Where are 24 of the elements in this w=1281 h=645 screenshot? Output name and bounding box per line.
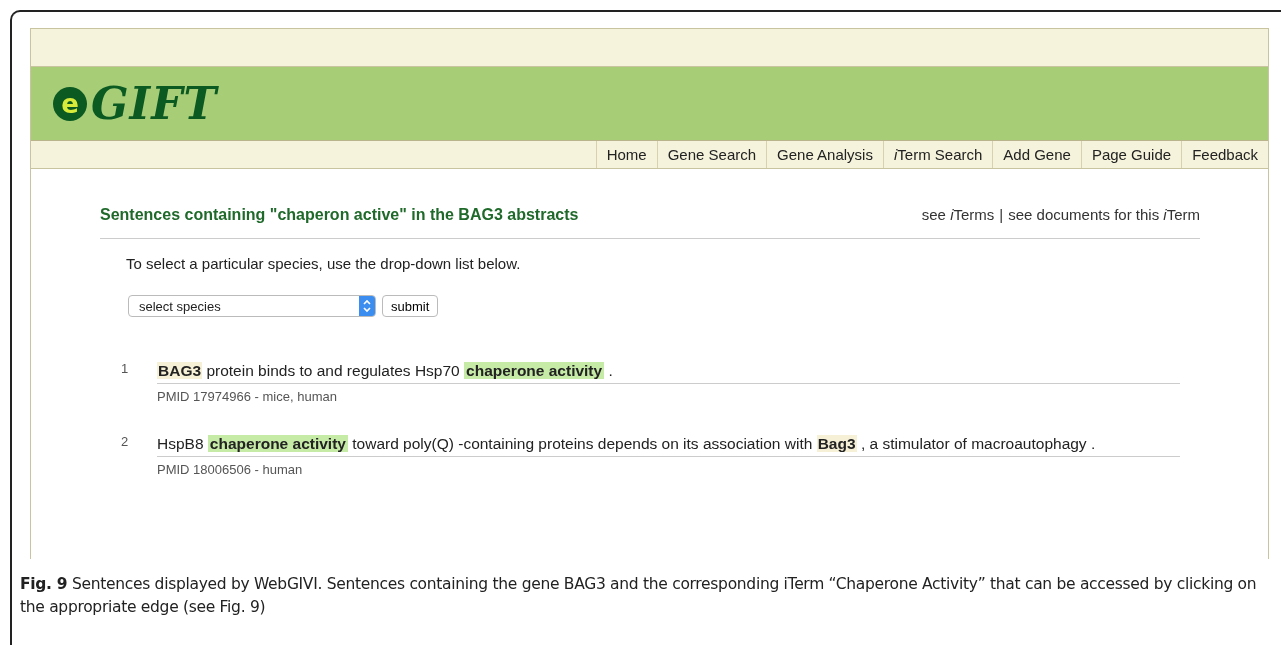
source-text: PMID 17974966 - mice, human bbox=[157, 389, 338, 404]
page-heading: Sentences containing "chaperon active" in the BAG3 abstracts bbox=[100, 206, 579, 224]
link[interactable]: see iTerms bbox=[921, 206, 995, 223]
source-text: PMID 18006506 - human bbox=[157, 462, 304, 477]
sentence-text: HspB8 chaperone activity toward poly(Q) -containing proteins depends on its association with Bag3 , a stimulator of macroautophagy . bbox=[157, 432, 1180, 457]
nav-link[interactable]: Add Gene bbox=[992, 141, 1081, 168]
nav-link[interactable]: iTerm Search bbox=[882, 141, 993, 168]
link-separator: | bbox=[999, 206, 1004, 223]
species-select[interactable]: select species bbox=[128, 295, 376, 317]
sentence-number: 1 bbox=[120, 360, 130, 378]
instruction-text: To select a particular species, use the drop-down list below. bbox=[126, 255, 522, 272]
select-arrows-icon bbox=[359, 296, 375, 316]
nav-link[interactable]: Gene Analysis bbox=[766, 141, 883, 168]
submit-button[interactable]: submit bbox=[382, 295, 439, 317]
sentence-text: BAG3 protein binds to and regulates Hsp70 chaperone activity . bbox=[157, 359, 1180, 384]
logo-text: GIFT bbox=[91, 78, 218, 129]
sentence-number: 2 bbox=[120, 433, 130, 451]
logo-mark: e bbox=[53, 86, 87, 121]
nav-link[interactable]: Page Guide bbox=[1080, 141, 1182, 168]
nav-link[interactable]: Feedback bbox=[1181, 141, 1268, 168]
nav-link[interactable]: Gene Search bbox=[656, 141, 767, 168]
figure-caption: Fig. 9 Sentences displayed by WebGIVI. Sentences containing the gene BAG3 and the corresponding iTerm “Chaperone Activity” that can be accessed by clicking on the appropriate edge (see Fig. 9) bbox=[19, 574, 1258, 618]
nav-link[interactable]: Home bbox=[595, 141, 657, 168]
link[interactable]: see documents for this iTerm bbox=[1008, 206, 1200, 223]
